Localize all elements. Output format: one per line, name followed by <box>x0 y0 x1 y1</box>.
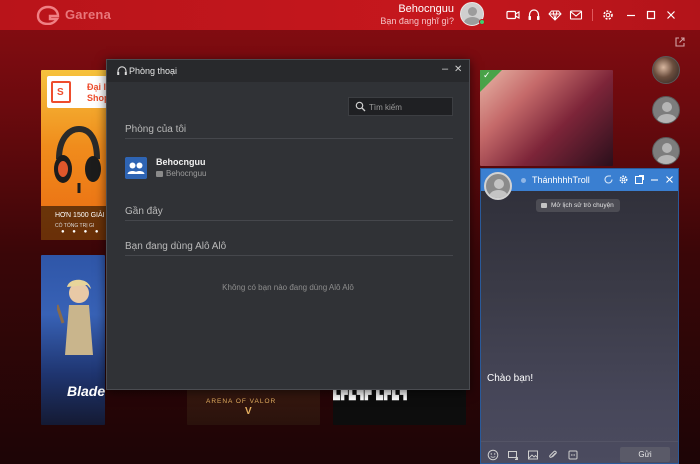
close-icon[interactable]: ✕ <box>454 64 462 75</box>
promo-text: HƠN 1500 GIẢI <box>55 212 105 219</box>
gear-icon[interactable] <box>601 8 615 22</box>
friend-avatar[interactable] <box>652 56 680 84</box>
open-history-button[interactable]: Mở lịch sử trò chuyện <box>536 199 620 212</box>
room-name: Behocnguu <box>156 157 206 167</box>
close-icon[interactable] <box>664 8 678 22</box>
minimize-icon[interactable] <box>649 174 660 185</box>
minimize-icon[interactable]: – <box>442 63 448 75</box>
room-item[interactable]: Behocnguu Behocnguu <box>125 157 325 181</box>
search-input[interactable] <box>369 100 449 114</box>
titlebar-divider <box>592 9 593 21</box>
voice-window-title: Phòng thoại <box>129 66 178 76</box>
lol-game-tile[interactable]: ✓ <box>480 70 613 166</box>
more-icon[interactable] <box>567 449 579 461</box>
voice-search-box[interactable] <box>348 97 453 116</box>
mail-icon[interactable] <box>569 8 583 22</box>
my-rooms-title: Phòng của tôi <box>125 124 187 135</box>
room-group-icon <box>125 157 147 179</box>
friend-avatar[interactable] <box>652 137 680 165</box>
headset-icon <box>117 66 127 75</box>
app-title: Garena <box>65 7 112 22</box>
blade-logo: Blade <box>67 383 105 399</box>
maximize-icon[interactable] <box>644 8 658 22</box>
shopee-card: S Đại lý Shope <box>47 76 111 108</box>
chat-message-input[interactable] <box>481 364 678 440</box>
aov-title: ARENA OF VALOR <box>206 398 277 405</box>
folder-icon <box>541 203 547 208</box>
divider <box>125 138 453 139</box>
voice-window-header[interactable]: Phòng thoại – ✕ <box>107 60 469 82</box>
voice-room-window: Phòng thoại – ✕ Phòng của tôi Behocnguu … <box>106 59 470 390</box>
video-icon[interactable] <box>506 8 520 22</box>
contact-status-icon <box>521 178 526 183</box>
friend-avatar[interactable] <box>652 96 680 124</box>
check-icon: ✓ <box>483 70 491 80</box>
contact-avatar[interactable] <box>484 172 512 200</box>
owner-icon <box>156 171 163 177</box>
user-status[interactable]: Bạn đang nghĩ gì? <box>380 16 454 26</box>
chat-window: ThánhhhhTroll Mở lịch sử trò chuyện Chào… <box>480 168 679 464</box>
aov-logo: V <box>245 406 252 417</box>
divider <box>125 255 453 256</box>
refresh-icon[interactable] <box>603 174 614 185</box>
external-link-icon[interactable] <box>674 36 686 48</box>
title-bar: Garena Behocnguu Bạn đang nghĩ gì? <box>0 0 700 30</box>
user-name[interactable]: Behocnguu <box>398 3 454 15</box>
gaming-headset-image <box>54 125 101 193</box>
garena-logo-icon <box>36 5 60 25</box>
search-icon <box>355 101 366 112</box>
game-tile-logo: ▙▛▙▜▛ ▙▛▙▜ <box>333 390 408 400</box>
shopee-promo-tile[interactable]: S Đại lý Shope HƠN 1500 GIẢI CÓ TỔNG TRỊ… <box>41 70 111 240</box>
diamond-icon[interactable] <box>548 8 562 22</box>
chat-contact-name[interactable]: ThánhhhhTroll <box>532 175 590 185</box>
headset-icon[interactable] <box>527 8 541 22</box>
divider <box>125 220 453 221</box>
minimize-icon[interactable] <box>624 8 638 22</box>
popout-icon[interactable] <box>634 174 645 185</box>
recent-title: Gần đây <box>125 206 163 217</box>
shopee-s-logo: S <box>57 87 64 98</box>
gear-icon[interactable] <box>618 174 629 185</box>
close-icon[interactable] <box>664 174 675 185</box>
blade-game-tile[interactable]: Blade <box>41 255 105 425</box>
open-history-label: Mở lịch sử trò chuyện <box>551 202 614 209</box>
send-button[interactable]: Gửi <box>620 447 670 462</box>
image-icon[interactable] <box>527 449 539 461</box>
divider <box>481 441 678 442</box>
carousel-dots[interactable]: ● ● ● ● <box>61 229 102 235</box>
online-status-icon <box>479 19 485 25</box>
emoji-icon[interactable] <box>487 449 499 461</box>
attachment-icon[interactable] <box>547 449 559 461</box>
game-character-image <box>57 279 93 355</box>
using-alo-title: Bạn đang dùng Alô Alô <box>125 241 227 252</box>
screenshot-icon[interactable] <box>507 449 519 461</box>
room-owner: Behocnguu <box>166 169 207 178</box>
empty-state-text: Không có bạn nào đang dùng Alô Alô <box>222 283 354 292</box>
